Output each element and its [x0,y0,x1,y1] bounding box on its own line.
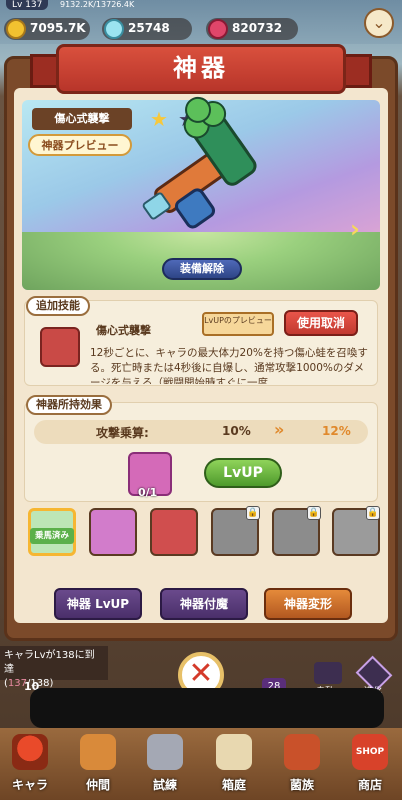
player-level: Lv 137 [6,0,49,10]
gold-value: 7095.7K [30,21,86,35]
weapon-preview-button[interactable]: 神器プレビュー [28,134,132,156]
equipped-badge: 乗馬済み [30,528,74,544]
nav-garden[interactable]: 箱庭 [204,734,264,796]
tab-artifact-transform[interactable]: 神器変形 [264,588,352,620]
effect-stat-label: 攻撃乗算: [96,426,149,440]
next-weapon-arrow-icon[interactable]: › [350,215,360,243]
ruby-value: 820732 [232,21,283,35]
nav-clan-label: 菌族 [289,778,314,792]
nav-companions[interactable]: 仲間 [68,734,128,796]
lock-icon: 🔒 [307,506,321,520]
lvup-preview-button[interactable]: LvUPのプレビュー [202,312,274,336]
nav-character-label: キャラ [11,778,48,792]
gold-counter[interactable]: 7095.7K [4,18,90,40]
auto-icon[interactable] [314,662,342,684]
gold-coin-icon [6,19,26,39]
redacted-bar [30,688,384,728]
nav-trials-label: 試練 [152,778,177,792]
nav-shop-label: 商店 [357,778,382,792]
cancel-use-button[interactable]: 使用取消 [284,310,358,336]
nav-trials[interactable]: 試練 [135,734,195,796]
ruby-counter[interactable]: 820732 [206,18,298,40]
gem-value: 25748 [128,21,170,35]
nav-garden-label: 箱庭 [221,778,246,792]
nav-character[interactable]: キャラ [0,734,60,796]
ruby-icon [208,19,228,39]
garden-icon [216,734,252,770]
clan-icon [284,734,320,770]
tab-artifact-lvup[interactable]: 神器 LvUP [54,588,142,620]
shop-icon: SHOP [352,734,388,770]
effect-row [34,420,368,444]
holding-effect-label: 神器所持効果 [26,395,112,415]
crossed-swords-icon [147,734,183,770]
nav-clan[interactable]: 菌族 [272,734,332,796]
unequip-button[interactable]: 装備解除 [162,258,242,280]
weapon-slot-golden-axe[interactable] [89,508,137,556]
exp-progress: 9132.2K/13726.4K [60,0,135,9]
quest-text: キャラLvが138に到達 [4,650,95,675]
weapon-name: 傷心式襲撃 [32,108,132,130]
nav-shop[interactable]: SHOP 商店 [340,734,400,796]
holding-effect-section [24,402,378,502]
effect-next-value: 12% [322,424,351,438]
lock-icon: 🔒 [246,506,260,520]
nav-companions-label: 仲間 [85,778,110,792]
panel-title: 神器 [56,44,346,94]
character-level-quest[interactable]: キャラLvが138に到達 (137/138) [0,646,108,689]
tab-artifact-enchant[interactable]: 神器付魔 [160,588,248,620]
mushroom-icon [12,734,48,770]
lvup-button[interactable]: LvUP [204,458,282,488]
lock-icon: 🔒 [366,506,380,520]
gem-counter[interactable]: 25748 [102,18,192,40]
skill-weapon-icon [40,327,80,367]
skill-section-label: 追加技能 [26,296,90,316]
skill-description: 12秒ごとに、キャラの最大体力20%を持つ傷心蛙を召喚する。死亡時または4秒後に… [90,347,368,384]
gem-icon [104,19,124,39]
material-count: 0/1 [138,486,158,499]
effect-current-value: 10% [222,424,251,438]
weapon-slot-red-scythe[interactable] [150,508,198,556]
double-chevron-right-icon: » [274,420,285,439]
skill-name: 傷心式襲撃 [96,324,151,337]
frog-cannon-weapon-icon [142,96,257,229]
paw-icon [80,734,116,770]
menu-chevron-button[interactable]: ⌄ [364,8,394,38]
